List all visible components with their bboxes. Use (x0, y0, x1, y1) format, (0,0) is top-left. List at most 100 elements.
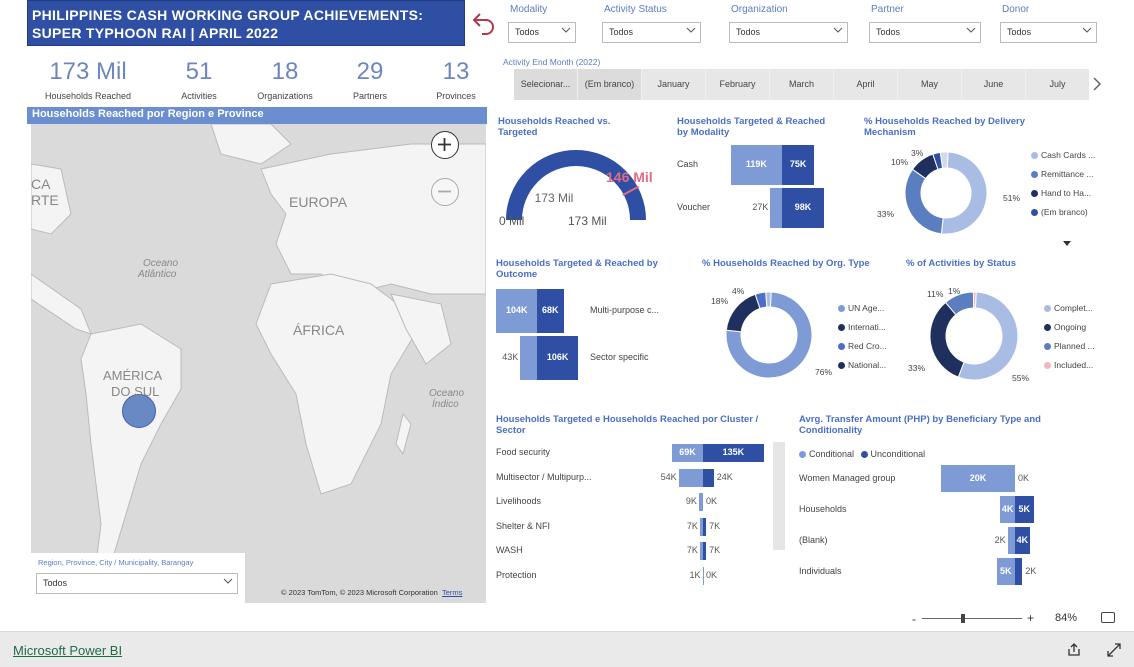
orgtype-label-18: 18% (711, 296, 729, 306)
reached-bar[interactable] (703, 468, 714, 487)
zoom-in-icon[interactable] (431, 131, 459, 159)
zoom-out-icon[interactable] (431, 178, 459, 206)
kpi-value: 13 (442, 58, 470, 85)
month-slicer-label: Activity End Month (2022) (503, 57, 601, 67)
orgtype-slice[interactable] (726, 293, 761, 333)
status-donut[interactable] (930, 292, 1018, 380)
month-button[interactable]: April (834, 69, 897, 100)
delivery-slice[interactable] (905, 168, 944, 234)
delivery-slice[interactable] (940, 152, 987, 234)
legend-label: Planned ... (1054, 341, 1095, 351)
powerbi-link[interactable]: Microsoft Power BI (13, 643, 122, 658)
delivery-donut[interactable] (905, 152, 987, 234)
delivery-label-3: 3% (911, 148, 924, 158)
map-visual[interactable]: EUROPA ÁFRICA AMÉRICA DO SUL Oceano Atlâ… (31, 124, 486, 603)
filter-dropdown[interactable]: Todos (729, 22, 848, 43)
status-slice[interactable] (930, 301, 965, 378)
filter-value: Todos (1007, 27, 1032, 37)
filter-dropdown[interactable]: Todos (602, 22, 701, 43)
map-label-indian-2: Índico (432, 399, 459, 410)
month-button[interactable]: Selecionar... (514, 69, 577, 100)
region-slicer-dropdown[interactable]: Todos (36, 573, 238, 594)
zoom-plus-button[interactable]: + (1027, 611, 1034, 625)
month-button[interactable]: June (962, 69, 1025, 100)
delivery-label-51: 51% (1003, 193, 1021, 203)
fit-to-page-icon[interactable] (1101, 612, 1115, 623)
month-button[interactable]: February (706, 69, 769, 100)
legend-item[interactable]: Complet... (1044, 303, 1093, 313)
map-title: Households Reached por Region e Province (27, 107, 487, 124)
reached-value: 106K (546, 352, 569, 362)
back-arrow-icon[interactable] (470, 8, 498, 36)
month-button[interactable]: July (1026, 69, 1089, 100)
status-slice[interactable] (972, 292, 977, 309)
reached-value: 0K (706, 496, 718, 506)
legend-dot (1044, 343, 1051, 351)
delivery-title: % Households Reached by Delivery Mechani… (864, 116, 1026, 138)
legend-item[interactable]: Cash Cards ... (1031, 150, 1095, 160)
unconditional-value: 2K (1025, 566, 1037, 576)
zoom-minus-button[interactable]: - (912, 612, 916, 626)
legend-item[interactable]: Internati... (838, 322, 886, 332)
transfer-legend: Conditional Unconditional (799, 449, 925, 459)
month-button[interactable]: January (642, 69, 705, 100)
reached-bar[interactable] (703, 517, 707, 536)
legend-item[interactable]: (Em branco) (1031, 207, 1088, 217)
conditional-value: 2K (994, 535, 1006, 545)
unconditional-bar[interactable] (1015, 558, 1023, 585)
targeted-bar[interactable] (770, 188, 782, 228)
legend-dot (860, 451, 868, 459)
legend-more-icon[interactable] (1063, 234, 1071, 246)
legend-item[interactable]: Remittance ... (1031, 169, 1093, 179)
legend-item[interactable]: Planned ... (1044, 341, 1095, 351)
filter-value: Todos (736, 27, 761, 37)
legend-item[interactable]: Included... (1044, 360, 1093, 370)
unconditional-value: 0K (1018, 473, 1030, 483)
targeted-bar[interactable] (698, 493, 703, 511)
month-button[interactable]: March (770, 69, 833, 100)
month-button[interactable]: May (898, 69, 961, 100)
map-label-indian-1: Oceano (429, 388, 465, 399)
report-title-banner: PHILIPPINES CASH WORKING GROUP ACHIEVEME… (27, 0, 465, 46)
status-label-33: 33% (908, 363, 926, 373)
map-bubble[interactable] (122, 394, 156, 428)
filter-dropdown[interactable]: Todos (869, 22, 981, 43)
targeted-value: 69K (679, 447, 696, 457)
kpi-label: Partners (352, 91, 387, 101)
unconditional-value: 5K (1018, 504, 1030, 514)
fullscreen-icon[interactable] (1107, 643, 1121, 657)
legend-label: Red Cro... (848, 341, 887, 351)
chevron-down-icon (1082, 27, 1092, 33)
targeted-value: 9K (685, 496, 697, 506)
kpi-value: 173 Mil (49, 58, 127, 85)
conditional-bar[interactable] (1007, 527, 1015, 554)
orgtype-slice[interactable] (765, 292, 772, 308)
cluster-scrollbar[interactable] (773, 442, 785, 550)
map-terms-link[interactable]: Terms (442, 588, 462, 597)
zoom-slider-thumb[interactable] (961, 614, 965, 623)
legend-item[interactable]: Red Cro... (838, 341, 887, 351)
filter-dropdown[interactable]: Todos (1000, 22, 1097, 43)
filter-value: Todos (609, 27, 634, 37)
reached-value: 24K (716, 471, 733, 482)
targeted-bar[interactable] (520, 336, 537, 380)
month-button[interactable]: (Em branco) (578, 69, 641, 100)
orgtype-donut[interactable] (726, 292, 812, 378)
footer-bar (0, 631, 1134, 667)
targeted-bar[interactable] (678, 468, 703, 487)
reached-bar[interactable] (703, 542, 707, 560)
legend-item[interactable]: Hand to Ha... (1031, 188, 1091, 198)
zoom-slider-track[interactable] (922, 618, 1022, 619)
filter-dropdown[interactable]: Todos (508, 22, 576, 43)
legend-item[interactable]: Ongoing (1044, 322, 1086, 332)
legend-item[interactable]: National... (838, 360, 886, 370)
bar-category: Livelihoods (496, 496, 542, 506)
map-label-rte: RTE (31, 192, 59, 208)
legend-dot (1044, 362, 1051, 370)
unconditional-value: 4K (1016, 535, 1029, 545)
share-icon[interactable] (1067, 643, 1081, 657)
legend-item[interactable]: UN Age... (838, 303, 884, 313)
map-label-africa: ÁFRICA (293, 322, 345, 338)
region-slicer-value: Todos (43, 578, 68, 588)
chevron-right-icon[interactable] (1091, 76, 1103, 92)
